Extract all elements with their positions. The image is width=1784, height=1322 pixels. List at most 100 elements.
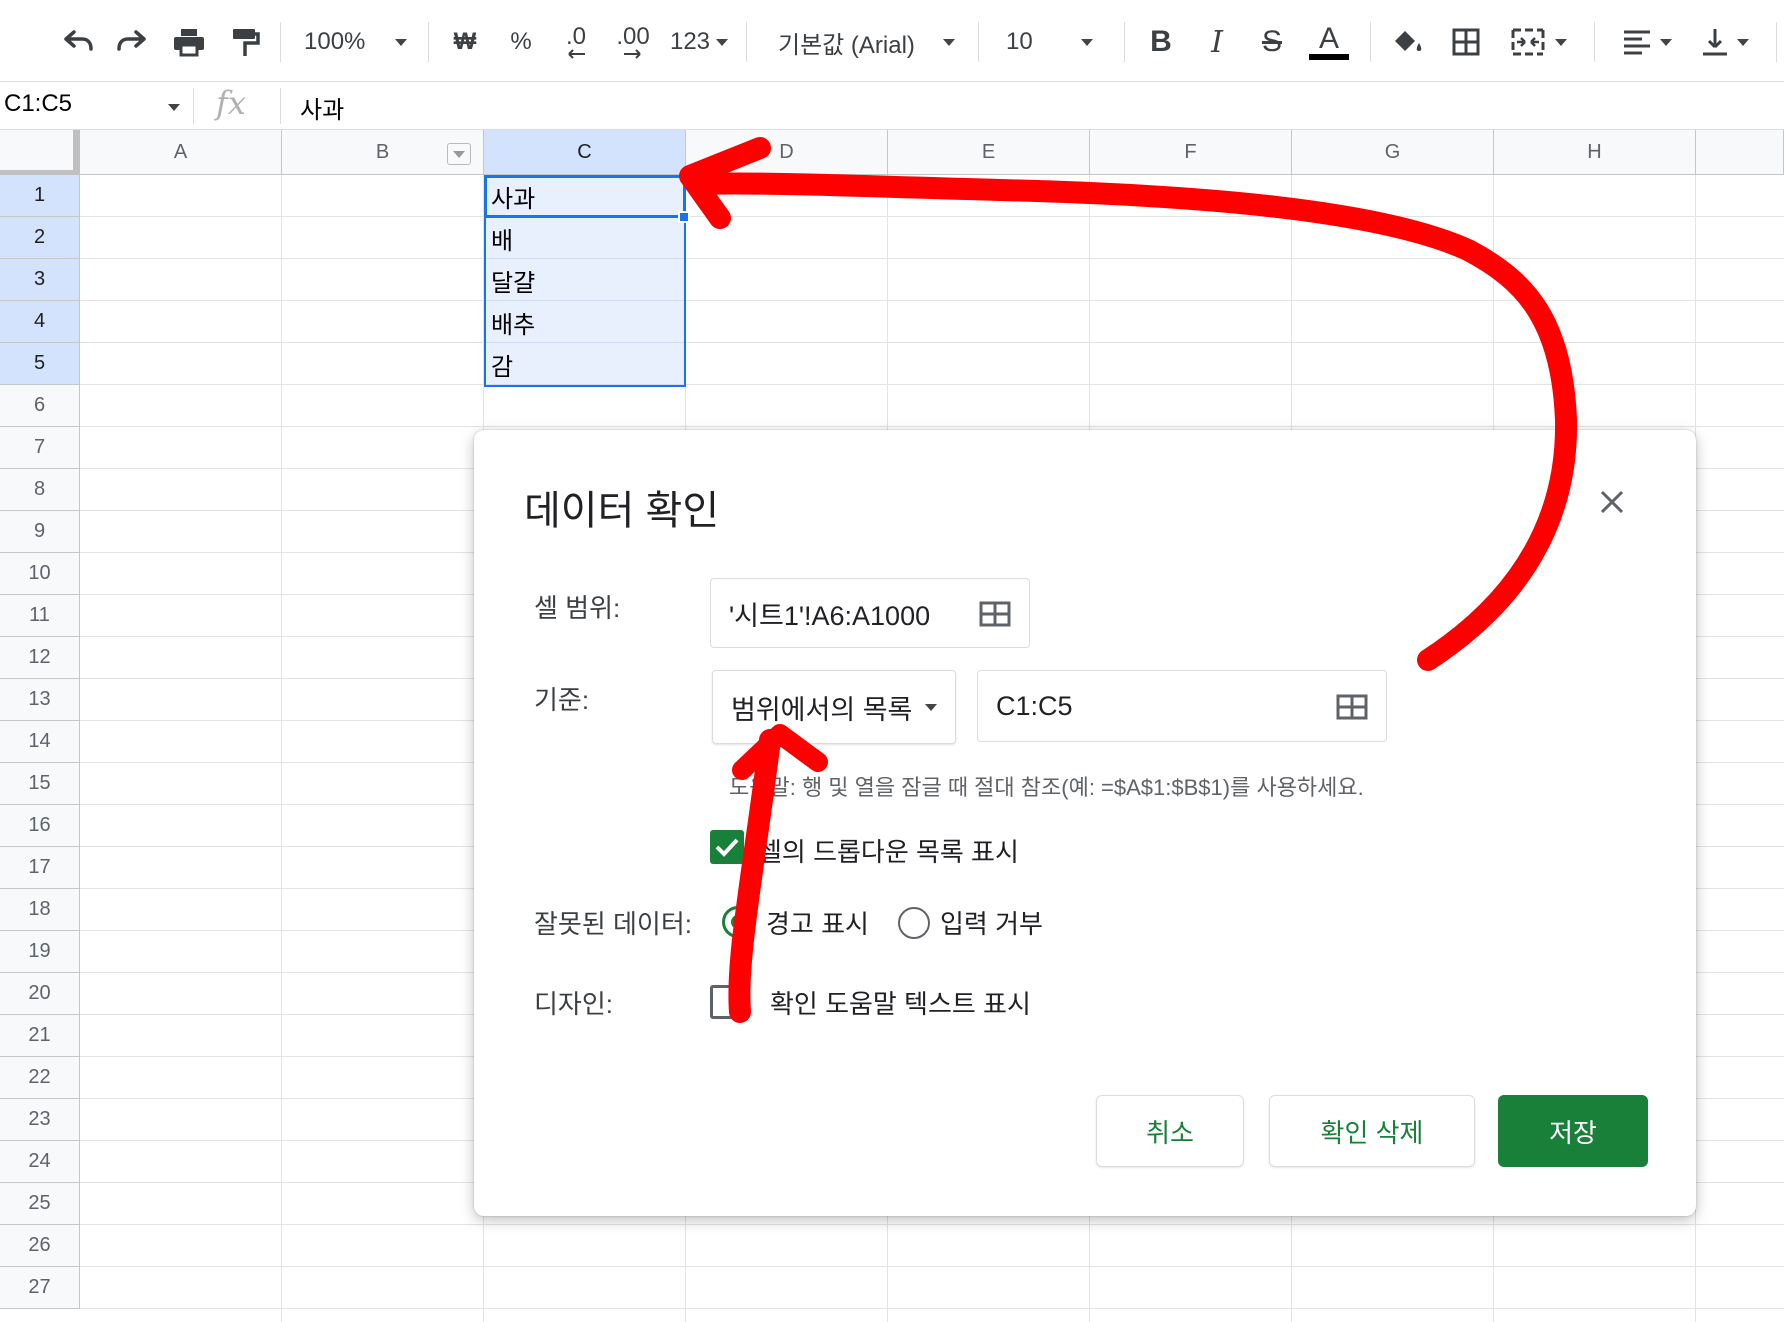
design-label: 디자인: — [534, 989, 613, 1019]
column-header-f[interactable]: F — [1090, 130, 1292, 175]
borders-button[interactable] — [1446, 22, 1486, 62]
criteria-range-input[interactable]: C1:C5 — [977, 670, 1387, 742]
column-header-e[interactable]: E — [888, 130, 1090, 175]
formula-bar: C1:C5 fx 사과 — [0, 82, 1784, 130]
decrease-decimal-button[interactable]: .0 — [556, 22, 596, 62]
close-button[interactable] — [1596, 486, 1628, 518]
font-size-select[interactable]: 10 — [1006, 22, 1106, 62]
criteria-range-value: C1:C5 — [996, 690, 1073, 721]
row-header-14[interactable]: 14 — [0, 721, 80, 763]
increase-decimal-button[interactable]: .00 — [610, 22, 656, 62]
paint-format-button[interactable] — [222, 22, 268, 62]
row-header-12[interactable]: 12 — [0, 637, 80, 679]
row-header-27[interactable]: 27 — [0, 1267, 80, 1309]
active-cell — [484, 175, 686, 218]
currency-format-button[interactable]: ₩ — [448, 22, 482, 62]
column-header-h[interactable]: H — [1494, 130, 1696, 175]
toolbar-separator — [428, 22, 429, 62]
bold-button[interactable]: B — [1144, 22, 1178, 62]
column-header-overflow[interactable] — [1696, 130, 1784, 175]
toolbar-separator — [1370, 22, 1371, 62]
column-header-c[interactable]: C — [484, 130, 686, 175]
cell-range-label: 셀 범위: — [534, 593, 621, 623]
row-header-5[interactable]: 5 — [0, 343, 80, 385]
column-header-a[interactable]: A — [80, 130, 282, 175]
row-header-10[interactable]: 10 — [0, 553, 80, 595]
dialog-title: 데이터 확인 — [524, 489, 720, 533]
show-dropdown-checkbox[interactable] — [710, 830, 744, 864]
cancel-button[interactable]: 취소 — [1096, 1095, 1244, 1167]
select-all-corner[interactable] — [0, 130, 80, 175]
merge-cells-button[interactable] — [1504, 22, 1574, 62]
undo-button[interactable] — [54, 22, 100, 62]
show-help-text-checkbox[interactable] — [710, 985, 744, 1019]
row-header-26[interactable]: 26 — [0, 1225, 80, 1267]
row-header-11[interactable]: 11 — [0, 595, 80, 637]
row-header-21[interactable]: 21 — [0, 1015, 80, 1057]
toolbar: 100% ₩ % .0 .00 123 기본값 (Arial) 10 B I S… — [0, 0, 1784, 82]
print-button[interactable] — [166, 22, 212, 62]
name-box[interactable]: C1:C5 — [4, 90, 72, 118]
row-header-22[interactable]: 22 — [0, 1057, 80, 1099]
select-range-icon[interactable] — [1336, 694, 1368, 720]
column-header-d[interactable]: D — [686, 130, 888, 175]
horizontal-align-button[interactable] — [1614, 22, 1680, 62]
row-header-4[interactable]: 4 — [0, 301, 80, 343]
chevron-down-icon[interactable] — [168, 104, 180, 111]
italic-button[interactable]: I — [1200, 22, 1234, 62]
increase-decimal-label: .00 — [616, 23, 650, 50]
fill-handle[interactable] — [678, 211, 690, 223]
formula-separator — [280, 88, 281, 124]
row-header-16[interactable]: 16 — [0, 805, 80, 847]
percent-icon: % — [510, 28, 532, 55]
row-header-8[interactable]: 8 — [0, 469, 80, 511]
column-filter-button[interactable] — [447, 143, 471, 165]
show-warning-radio[interactable] — [722, 906, 754, 938]
row-header-24[interactable]: 24 — [0, 1141, 80, 1183]
undo-icon — [64, 30, 93, 51]
arrow-left-icon — [568, 49, 585, 59]
percent-format-button[interactable]: % — [504, 22, 538, 62]
remove-validation-button[interactable]: 확인 삭제 — [1269, 1095, 1475, 1167]
cell-range-input[interactable]: '시트1'!A6:A1000 — [710, 578, 1030, 648]
row-header-13[interactable]: 13 — [0, 679, 80, 721]
row-header-23[interactable]: 23 — [0, 1099, 80, 1141]
row-header-17[interactable]: 17 — [0, 847, 80, 889]
font-size-value: 10 — [1006, 28, 1033, 55]
reject-input-radio[interactable] — [898, 907, 930, 939]
row-header-9[interactable]: 9 — [0, 511, 80, 553]
formula-input[interactable]: 사과 — [300, 90, 344, 125]
font-select[interactable]: 기본값 (Arial) — [778, 22, 956, 62]
row-header-19[interactable]: 19 — [0, 931, 80, 973]
won-icon: ₩ — [453, 28, 477, 55]
column-header-g[interactable]: G — [1292, 130, 1494, 175]
save-button[interactable]: 저장 — [1498, 1095, 1648, 1167]
redo-button[interactable] — [110, 22, 156, 62]
fx-icon: fx — [216, 84, 246, 122]
vertical-align-button[interactable] — [1692, 22, 1758, 62]
row-header-1[interactable]: 1 — [0, 175, 80, 217]
text-color-button[interactable]: A — [1306, 22, 1352, 62]
fill-color-icon — [1395, 31, 1422, 51]
row-header-20[interactable]: 20 — [0, 973, 80, 1015]
italic-icon: I — [1211, 24, 1223, 60]
row-header-7[interactable]: 7 — [0, 427, 80, 469]
strikethrough-button[interactable]: S — [1254, 22, 1290, 62]
strikethrough-icon: S — [1261, 25, 1282, 58]
grid-line — [281, 175, 282, 1322]
fill-color-button[interactable] — [1388, 22, 1428, 62]
chevron-down-icon — [716, 38, 729, 46]
row-header-15[interactable]: 15 — [0, 763, 80, 805]
row-header-25[interactable]: 25 — [0, 1183, 80, 1225]
zoom-select[interactable]: 100% — [304, 22, 414, 62]
reject-input-label: 입력 거부 — [940, 909, 1043, 939]
row-header-3[interactable]: 3 — [0, 259, 80, 301]
criteria-type-select[interactable]: 범위에서의 목록 — [712, 670, 956, 744]
row-header-2[interactable]: 2 — [0, 217, 80, 259]
formula-separator — [193, 88, 194, 124]
select-range-icon[interactable] — [979, 601, 1011, 627]
row-header-6[interactable]: 6 — [0, 385, 80, 427]
cell-range-value: '시트1'!A6:A1000 — [729, 600, 931, 631]
more-formats-button[interactable]: 123 — [666, 22, 732, 62]
row-header-18[interactable]: 18 — [0, 889, 80, 931]
